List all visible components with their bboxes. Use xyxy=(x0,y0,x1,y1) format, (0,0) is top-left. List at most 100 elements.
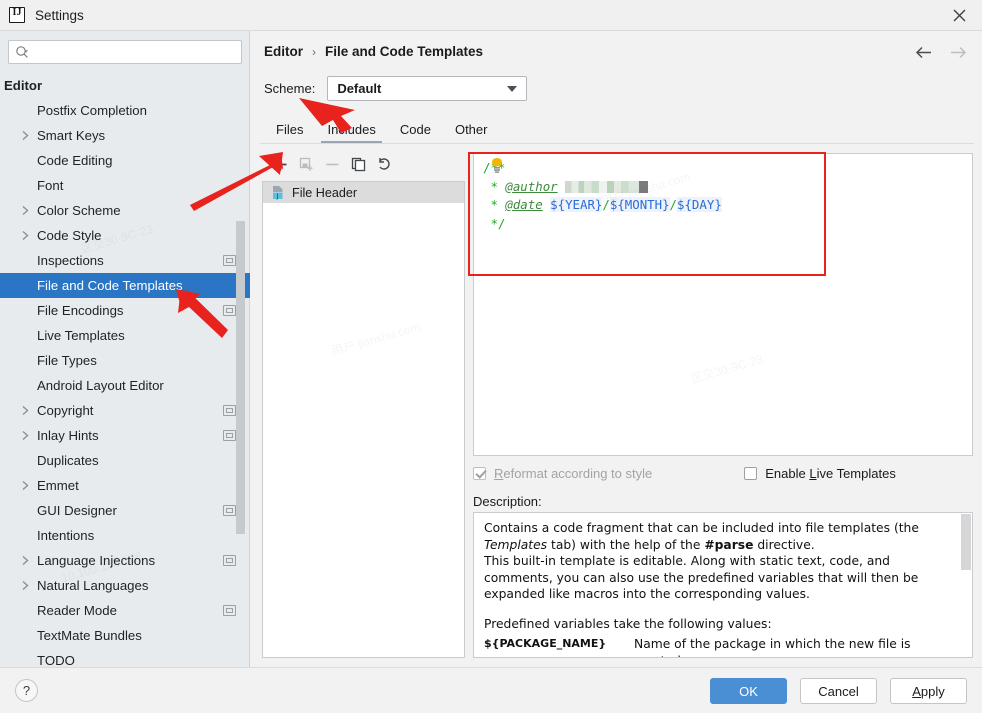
settings-tree[interactable]: Editor Postfix Completion Smart Keys Code E… xyxy=(0,73,250,667)
template-tabs[interactable]: Files Includes Code Other xyxy=(264,113,974,144)
tab-other[interactable]: Other xyxy=(443,122,500,144)
sidebar-item-file-and-code-templates[interactable]: File and Code Templates xyxy=(0,273,250,298)
sidebar-scrollbar-track[interactable] xyxy=(236,31,247,625)
sidebar-item-inlay-hints[interactable]: Inlay Hints xyxy=(0,423,250,448)
sidebar-item-label: GUI Designer xyxy=(37,503,117,518)
description-panel[interactable]: Contains a code fragment that can be inc… xyxy=(473,512,973,658)
sidebar-item-font[interactable]: Font xyxy=(0,173,250,198)
help-button[interactable]: ? xyxy=(15,679,38,702)
sidebar-item-inspections[interactable]: Inspections xyxy=(0,248,250,273)
chevron-right-icon[interactable] xyxy=(18,428,33,443)
code-variable: ${YEAR} xyxy=(550,197,603,212)
list-item-label: File Header xyxy=(292,185,358,200)
sidebar-item-color-scheme[interactable]: Color Scheme xyxy=(0,198,250,223)
dialog-footer: ? OK Cancel Apply xyxy=(0,667,982,713)
sidebar-item-smart-keys[interactable]: Smart Keys xyxy=(0,123,250,148)
chevron-right-icon[interactable] xyxy=(18,578,33,593)
tab-includes[interactable]: Includes xyxy=(315,122,387,144)
template-code-text[interactable]: /** * @author * @date ${YEAR}/${MONTH}/$… xyxy=(483,159,722,233)
tab-files[interactable]: Files xyxy=(264,122,315,144)
template-list[interactable]: J File Header xyxy=(262,181,465,658)
window-title: Settings xyxy=(35,7,84,23)
variable-name: ${PACKAGE_NAME} xyxy=(484,637,607,650)
sidebar-item-android-layout-editor[interactable]: Android Layout Editor xyxy=(0,373,250,398)
ok-button[interactable]: OK xyxy=(710,678,787,704)
sidebar-item-duplicates[interactable]: Duplicates xyxy=(0,448,250,473)
arrow-left-icon[interactable] xyxy=(914,43,933,62)
apply-button[interactable]: Apply xyxy=(890,678,967,704)
sidebar-item-label: File and Code Templates xyxy=(37,278,183,293)
sidebar-item-natural-languages[interactable]: Natural Languages xyxy=(0,573,250,598)
copy-template-button xyxy=(294,155,318,179)
sidebar-scrollbar-thumb[interactable] xyxy=(236,221,245,534)
code-line: * @date ${YEAR}/${MONTH}/${DAY} xyxy=(483,196,722,215)
breadcrumb-separator: › xyxy=(312,44,316,59)
breadcrumb-root[interactable]: Editor xyxy=(264,44,303,59)
sidebar-item-label: File Types xyxy=(37,353,97,368)
code-comment: * xyxy=(483,178,506,194)
sidebar-item-label: Intentions xyxy=(37,528,95,543)
chevron-right-icon[interactable] xyxy=(18,128,33,143)
template-list-toolbar[interactable] xyxy=(262,153,465,181)
project-scope-icon xyxy=(223,505,236,516)
sidebar-item-emmet[interactable]: Emmet xyxy=(0,473,250,498)
search-icon xyxy=(15,45,30,60)
tab-code[interactable]: Code xyxy=(388,122,443,144)
sidebar-item-language-injections[interactable]: Language Injections xyxy=(0,548,250,573)
settings-main-panel: Editor › File and Code Templates Scheme:… xyxy=(251,31,982,667)
sidebar-item-gui-designer[interactable]: GUI Designer xyxy=(0,498,250,523)
code-comment xyxy=(558,179,565,194)
template-options-row: Reformat according to style Enable Live … xyxy=(473,463,973,483)
add-button[interactable] xyxy=(268,155,292,179)
duplicate-button[interactable] xyxy=(346,155,370,179)
description-paragraph-2: This built-in template is editable. Alon… xyxy=(484,554,919,601)
sidebar-item-editor[interactable]: Editor xyxy=(0,73,250,98)
cancel-button[interactable]: Cancel xyxy=(800,678,877,704)
settings-sidebar: Editor Postfix Completion Smart Keys Code E… xyxy=(0,31,250,667)
sidebar-item-label: Inlay Hints xyxy=(37,428,99,443)
close-icon[interactable] xyxy=(936,0,982,30)
search-input[interactable] xyxy=(34,45,230,59)
dialog-buttons[interactable]: OK Cancel Apply xyxy=(710,678,967,704)
sidebar-item-label: Color Scheme xyxy=(37,203,121,218)
description-content: Contains a code fragment that can be inc… xyxy=(474,513,972,657)
description-scrollbar-thumb[interactable] xyxy=(961,514,971,570)
sidebar-item-live-templates[interactable]: Live Templates xyxy=(0,323,250,348)
list-item[interactable]: J File Header xyxy=(263,182,464,203)
sidebar-item-copyright[interactable]: Copyright xyxy=(0,398,250,423)
sidebar-item-label: Postfix Completion xyxy=(37,103,147,118)
sidebar-item-postfix-completion[interactable]: Postfix Completion xyxy=(0,98,250,123)
chevron-right-icon[interactable] xyxy=(18,553,33,568)
enable-live-templates-checkbox[interactable] xyxy=(744,466,758,480)
undo-icon xyxy=(377,157,392,177)
scheme-label: Scheme: xyxy=(264,81,316,96)
chevron-right-icon[interactable] xyxy=(18,228,33,243)
sidebar-item-todo[interactable]: TODO xyxy=(0,648,250,667)
chevron-right-icon[interactable] xyxy=(18,403,33,418)
sidebar-item-file-types[interactable]: File Types xyxy=(0,348,250,373)
sidebar-item-label: Language Injections xyxy=(37,553,156,568)
sidebar-item-textmate-bundles[interactable]: TextMate Bundles xyxy=(0,623,250,648)
lightbulb-icon[interactable] xyxy=(490,157,504,173)
sidebar-item-label: TextMate Bundles xyxy=(37,628,142,643)
variable-row: ${PACKAGE_NAME} Name of the package in wh… xyxy=(484,636,960,657)
sidebar-item-code-editing[interactable]: Code Editing xyxy=(0,148,250,173)
sidebar-item-code-style[interactable]: Code Style xyxy=(0,223,250,248)
scheme-select[interactable]: Default xyxy=(327,76,528,101)
arrow-right-icon[interactable] xyxy=(949,43,968,62)
chevron-right-icon[interactable] xyxy=(18,203,33,218)
sidebar-item-label: Android Layout Editor xyxy=(37,378,164,393)
sidebar-item-reader-mode[interactable]: Reader Mode xyxy=(0,598,250,623)
enable-live-templates-label: Enable Live Templates xyxy=(765,465,896,481)
template-code-editor[interactable]: /** * @author * @date ${YEAR}/${MONTH}/$… xyxy=(473,153,973,456)
chevron-right-icon[interactable] xyxy=(18,478,33,493)
sidebar-item-intentions[interactable]: Intentions xyxy=(0,523,250,548)
code-variable: ${MONTH} xyxy=(609,197,670,212)
sidebar-item-file-encodings[interactable]: File Encodings xyxy=(0,298,250,323)
description-paragraph-1: Contains a code fragment that can be inc… xyxy=(484,521,919,552)
search-box[interactable] xyxy=(8,40,242,64)
sidebar-item-label: Natural Languages xyxy=(37,578,149,593)
reformat-according-to-style-checkbox[interactable] xyxy=(473,466,486,480)
settings-dialog: Settings Editor Postfix Completion Smart K… xyxy=(0,0,982,713)
reset-button[interactable] xyxy=(372,155,396,179)
